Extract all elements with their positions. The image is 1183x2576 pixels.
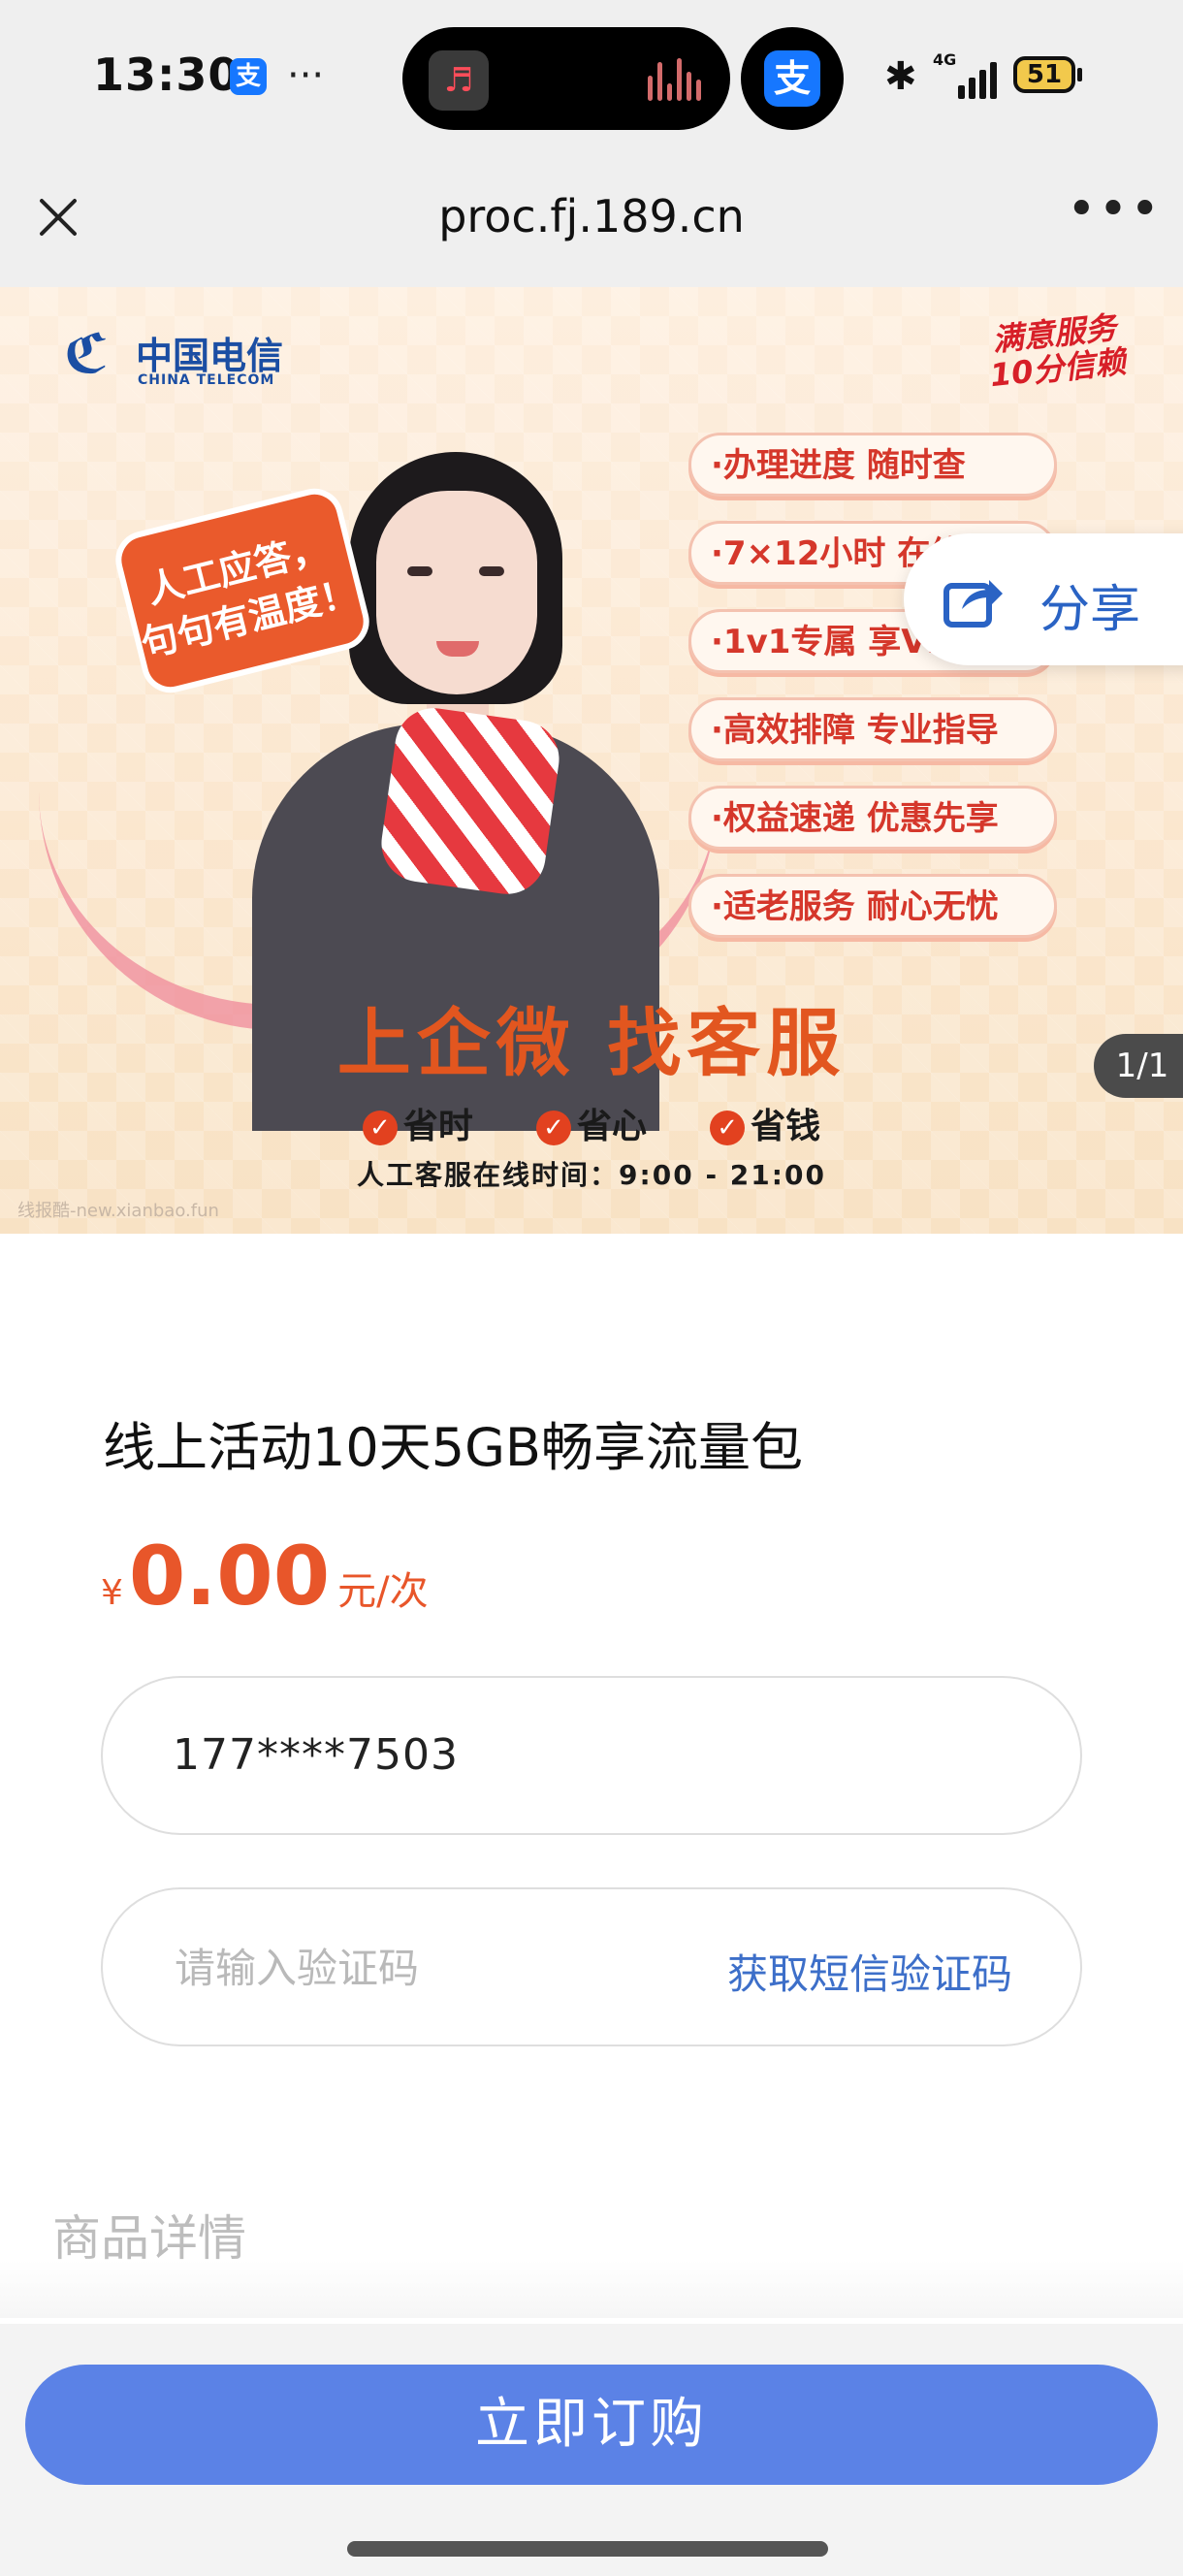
logo-cn-text: 中国电信 <box>136 335 284 377</box>
feature-item: ·适老服务 耐心无忧 <box>688 874 1057 938</box>
share-icon <box>943 580 1003 628</box>
image-counter: 1/1 <box>1094 1034 1183 1098</box>
price-unit: 元/次 <box>337 1569 429 1614</box>
telecom-mark-icon: ℭ <box>64 323 109 386</box>
buy-now-button[interactable]: 立即订购 <box>25 2365 1158 2485</box>
benefit-item: ✓ 省钱 <box>710 1098 820 1148</box>
watermark-text: 线报酷-new.xianbao.fun <box>17 1201 219 1221</box>
battery-tip <box>1077 68 1082 81</box>
share-label: 分享 <box>1039 581 1141 639</box>
alipay-icon: 支 <box>764 50 820 107</box>
price: ¥0.00 元/次 <box>101 1529 429 1624</box>
alipay-small-icon: 支 <box>230 58 267 95</box>
banner-headline: 上企微 找客服 <box>336 1000 847 1086</box>
page-url: proc.fj.189.cn <box>438 190 745 242</box>
battery-icon: 51 <box>1013 56 1075 93</box>
benefit-item: ✓ 省心 <box>535 1098 647 1148</box>
service-hours: 人工客服在线时间：9:00 - 21:00 <box>357 1159 826 1191</box>
check-icon: ✓ <box>362 1111 398 1145</box>
verification-field: 获取短信验证码 <box>101 1887 1082 2046</box>
more-notifications-icon: ··· <box>287 53 325 98</box>
get-sms-code-button[interactable]: 获取短信验证码 <box>727 1942 1012 2001</box>
status-bar: 13:30 支 ··· ♬ 支 ✱ 4G 51 <box>0 0 1183 155</box>
logo-en-text: CHINA TELECOM <box>138 372 275 388</box>
feature-item: ·权益速递 优惠先享 <box>688 786 1057 850</box>
product-title: 线上活动10天5GB畅享流量包 <box>103 1417 803 1478</box>
china-telecom-logo: ℭ 中国电信 CHINA TELECOM <box>64 326 287 394</box>
network-type: 4G <box>933 50 957 69</box>
price-currency: ¥ <box>101 1573 123 1613</box>
feature-item: ·高效排障 专业指导 <box>688 697 1057 761</box>
share-button[interactable]: 分享 <box>904 533 1183 665</box>
benefit-list: ✓ 省时 ✓ 省心 ✓ 省钱 <box>0 1098 1183 1148</box>
feature-item: ·办理进度 随时查 <box>688 433 1057 497</box>
price-amount: 0.00 <box>128 1529 331 1624</box>
feature-list: ·办理进度 随时查 ·7×12小时 在线 ·1v1专属 享VIP ·高效排障 专… <box>688 433 1057 962</box>
status-time: 13:30 <box>93 48 240 101</box>
music-icon: ♬ <box>429 50 489 111</box>
check-icon: ✓ <box>710 1111 746 1145</box>
benefit-item: ✓ 省时 <box>362 1098 473 1148</box>
home-indicator[interactable] <box>347 2541 828 2557</box>
promo-banner[interactable]: ℭ 中国电信 CHINA TELECOM 满意服务 10分信赖 人工应答， 句句… <box>0 287 1183 1234</box>
phone-number: 177****7503 <box>173 1730 459 1780</box>
more-menu-button[interactable]: ••• <box>1067 184 1160 244</box>
phone-field[interactable]: 177****7503 <box>101 1676 1082 1835</box>
signal-icon: 4G <box>931 50 999 99</box>
check-icon: ✓ <box>535 1111 571 1145</box>
browser-toolbar: proc.fj.189.cn ••• <box>0 155 1183 287</box>
audio-waveform-icon <box>648 58 702 101</box>
bluetooth-icon: ✱ <box>884 54 917 99</box>
service-seal: 满意服务 10分信赖 <box>966 307 1148 412</box>
content-fade <box>0 2260 1183 2318</box>
verification-code-input[interactable] <box>173 1932 681 2004</box>
